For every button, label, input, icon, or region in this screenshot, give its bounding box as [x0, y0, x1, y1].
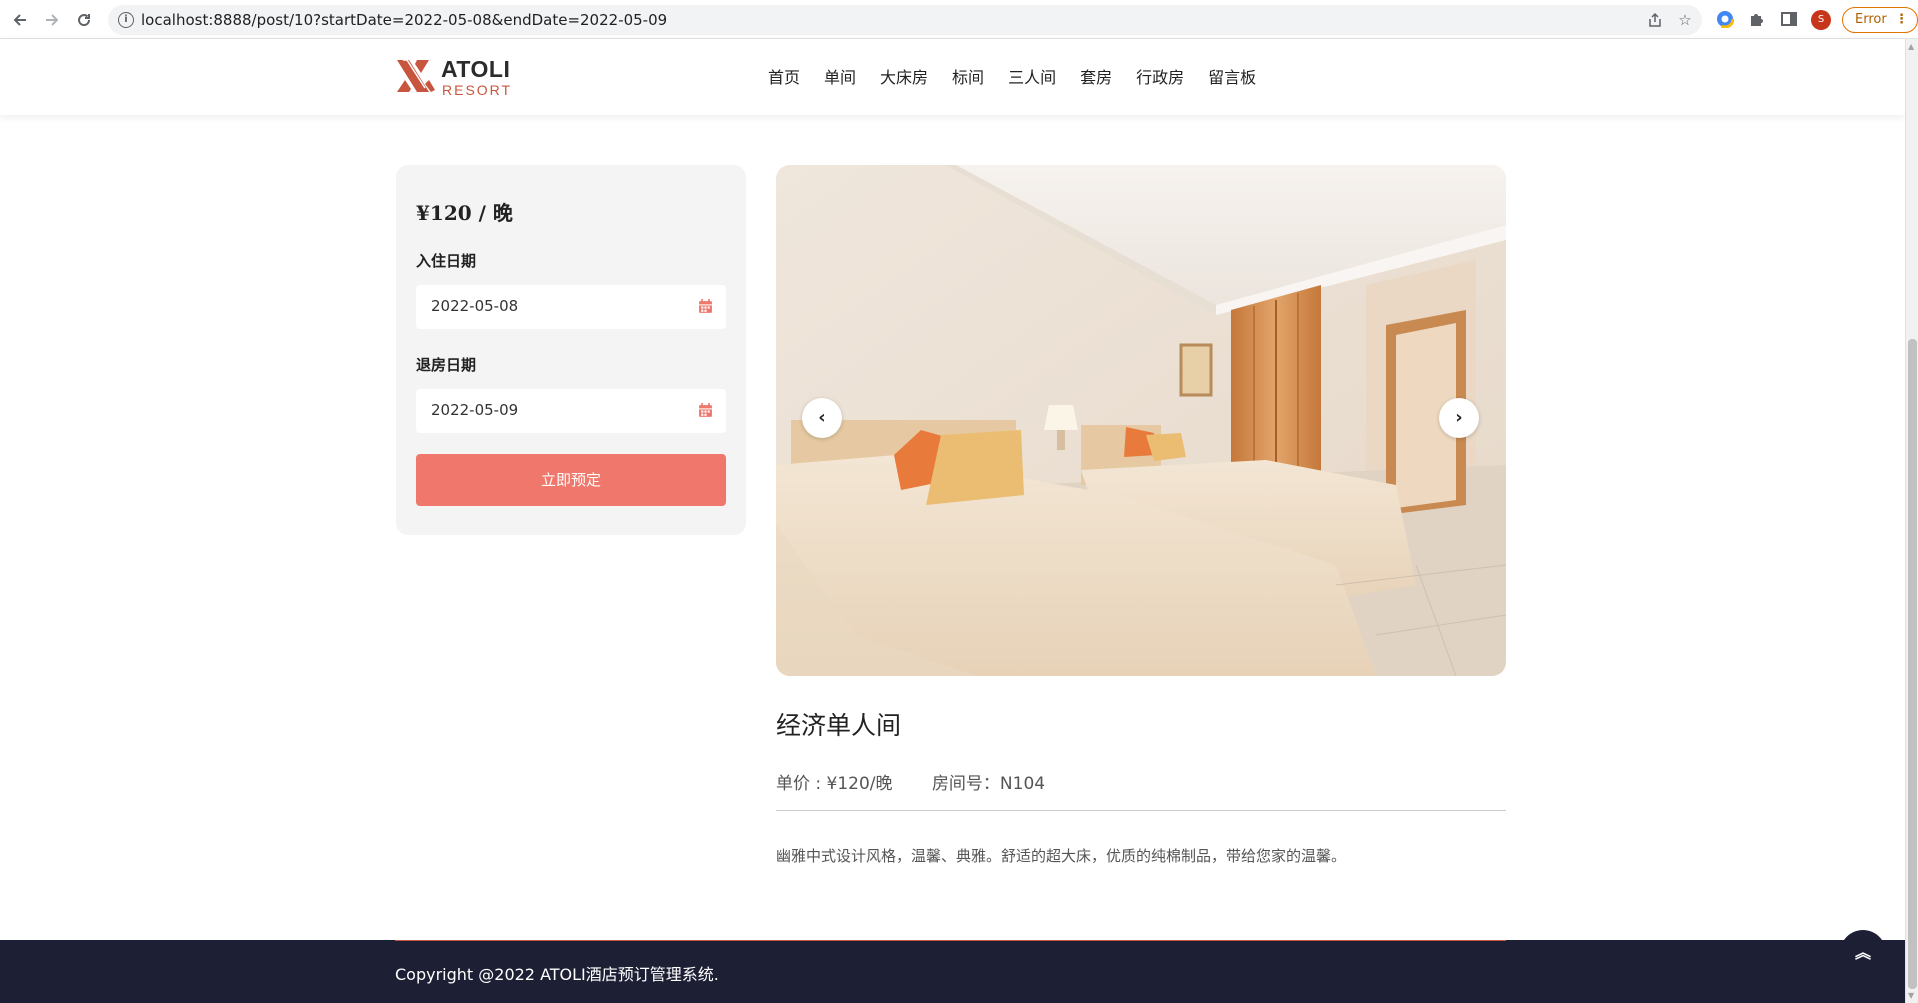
browser-toolbar: i localhost:8888/post/10?startDate=2022-…	[0, 0, 1918, 39]
scroll-thumb[interactable]	[1908, 339, 1917, 989]
extensions-puzzle-icon[interactable]	[1748, 10, 1768, 30]
checkout-label: 退房日期	[416, 356, 477, 374]
price-per-night: ¥120 / 晚	[416, 201, 513, 225]
side-panel-icon[interactable]	[1780, 10, 1800, 30]
logo[interactable]: ATOLI RESORT	[395, 56, 515, 100]
menu-dots-icon: ⋮	[1895, 12, 1908, 27]
checkin-label: 入住日期	[416, 252, 477, 270]
nav-guestbook[interactable]: 留言板	[1208, 64, 1256, 88]
nav-standard[interactable]: 标间	[952, 64, 984, 88]
calendar-icon[interactable]	[698, 299, 713, 314]
nav-executive[interactable]: 行政房	[1136, 64, 1184, 88]
carousel-next-button[interactable]: ›	[1439, 398, 1479, 438]
checkout-date-input[interactable]: 2022-05-09	[416, 389, 726, 433]
forward-icon[interactable]	[41, 9, 63, 31]
footer-divider	[395, 940, 1506, 941]
nav-home[interactable]: 首页	[768, 64, 800, 88]
site-footer: Copyright @2022 ATOLI酒店预订管理系统.	[0, 940, 1905, 1003]
room-title: 经济单人间	[776, 711, 902, 740]
calendar-icon[interactable]	[698, 403, 713, 418]
back-icon[interactable]	[9, 9, 31, 31]
site-info-icon[interactable]: i	[118, 12, 134, 28]
room-description: 幽雅中式设计风格，温馨、典雅。舒适的超大床，优质的纯棉制品，带给您家的温馨。	[776, 847, 1347, 865]
back-to-top-icon[interactable]: ︽	[1840, 930, 1886, 976]
url-text[interactable]: localhost:8888/post/10?startDate=2022-05…	[141, 11, 667, 29]
room-meta: 单价 : ¥120/晚 房间号：N104	[776, 769, 1079, 794]
page-scrollbar[interactable]: ▲ ▼	[1905, 39, 1918, 1003]
bookmark-star-icon[interactable]: ☆	[1677, 12, 1693, 28]
divider	[776, 810, 1506, 811]
error-button[interactable]: Error ⋮	[1842, 7, 1918, 33]
logo-mark-icon	[397, 59, 435, 92]
chrome-extension-icon[interactable]	[1715, 9, 1736, 30]
room-photo	[776, 165, 1506, 676]
nav-suite[interactable]: 套房	[1080, 64, 1112, 88]
profile-avatar[interactable]: S	[1811, 10, 1831, 30]
checkin-date-input[interactable]: 2022-05-08	[416, 285, 726, 329]
scroll-up-icon[interactable]: ▲	[1908, 42, 1914, 51]
checkin-date-value: 2022-05-08	[431, 297, 519, 315]
booking-card: ¥120 / 晚 入住日期 2022-05-08 退房日期 2022-05-09…	[396, 165, 746, 535]
nav-single[interactable]: 单间	[824, 64, 856, 88]
unit-price: 单价 : ¥120/晚	[776, 774, 893, 794]
share-icon[interactable]	[1647, 12, 1663, 28]
room-photo-carousel[interactable]: ‹ ›	[776, 165, 1506, 676]
room-number: 房间号：N104	[931, 774, 1046, 794]
site-header: ATOLI RESORT 首页 单间 大床房 标间 三人间 套房 行政房 留言板	[0, 39, 1905, 115]
logo-title: ATOLI	[441, 56, 511, 82]
copyright-text: Copyright @2022 ATOLI酒店预订管理系统.	[395, 965, 719, 984]
nav-king[interactable]: 大床房	[880, 64, 928, 88]
checkout-date-value: 2022-05-09	[431, 401, 519, 419]
nav-triple[interactable]: 三人间	[1008, 64, 1056, 88]
carousel-prev-button[interactable]: ‹	[802, 398, 842, 438]
scroll-down-icon[interactable]: ▼	[1908, 991, 1914, 1000]
reload-icon[interactable]	[73, 9, 95, 31]
logo-subtitle: RESORT	[442, 82, 513, 98]
book-now-button[interactable]: 立即预定	[416, 454, 726, 506]
error-label: Error	[1855, 12, 1887, 27]
main-nav: 首页 单间 大床房 标间 三人间 套房 行政房 留言板	[768, 64, 1280, 88]
address-bar[interactable]: i localhost:8888/post/10?startDate=2022-…	[108, 5, 1702, 35]
